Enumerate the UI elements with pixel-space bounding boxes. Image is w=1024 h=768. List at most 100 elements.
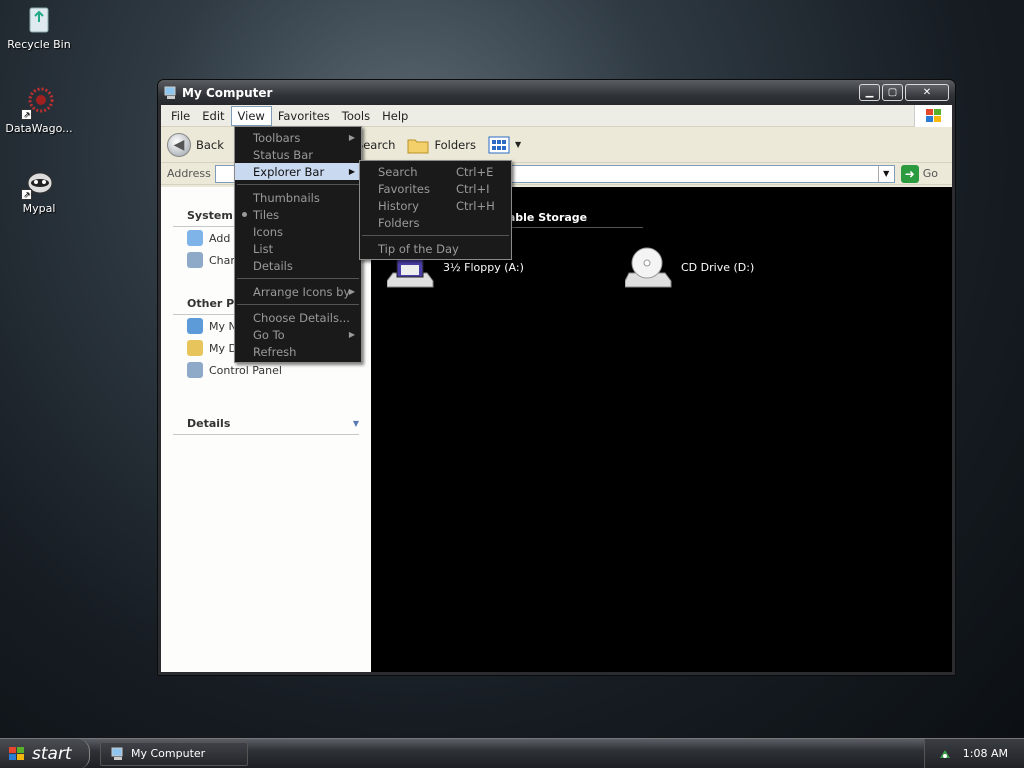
go-button[interactable]: ➜ Go: [900, 164, 938, 183]
start-button[interactable]: start: [0, 738, 90, 768]
minimize-icon: ▁: [865, 87, 874, 98]
view-menu-refresh[interactable]: Refresh: [235, 343, 361, 360]
menu-separator: [237, 278, 359, 279]
back-button[interactable]: ◀ Back: [167, 132, 224, 157]
folders-item-label: Folders: [378, 215, 420, 230]
views-button[interactable]: ▼: [488, 136, 521, 154]
shortcut-arrow-icon: ↗: [21, 109, 32, 120]
start-label: start: [32, 743, 72, 764]
view-menu-details[interactable]: Details: [235, 257, 361, 274]
submenu-arrow-icon: ▶: [348, 133, 355, 142]
toolbars-label: Toolbars: [253, 130, 301, 145]
clock[interactable]: 1:08 AM: [963, 747, 1008, 760]
explorer-bar-favorites[interactable]: Favorites Ctrl+I: [360, 180, 511, 197]
desktop-icon-datawagon[interactable]: ↗ DataWago...: [1, 86, 77, 135]
desktop-icon-label: DataWago...: [5, 122, 73, 135]
maximize-icon: ▢: [887, 87, 898, 98]
desktop-icon-recycle-bin[interactable]: Recycle Bin: [1, 2, 77, 51]
favorites-item-label: Favorites: [378, 181, 430, 196]
view-menu-arrange-icons[interactable]: Arrange Icons by ▶: [235, 283, 361, 300]
shortcut-label: Ctrl+H: [456, 198, 495, 213]
chevron-down-icon: ▼: [352, 419, 359, 428]
back-arrow-icon: ◀: [167, 132, 191, 157]
cd-drive-icon: [625, 247, 672, 288]
desktop-icon-label: Mypal: [22, 202, 56, 215]
details-group: Details ▼: [173, 413, 359, 435]
explorer-bar-submenu: Search Ctrl+E Favorites Ctrl+I History Ctrl…: [359, 160, 512, 260]
address-dropdown-icon[interactable]: ▼: [877, 165, 894, 182]
view-menu-icons[interactable]: Icons: [235, 223, 361, 240]
view-menu-thumbnails[interactable]: Thumbnails: [235, 189, 361, 206]
tiles-label: Tiles: [253, 207, 280, 222]
drive-cd-label: CD Drive (D:): [681, 260, 755, 274]
menu-view[interactable]: View: [230, 105, 272, 126]
place-my-network-label: My N: [209, 319, 237, 333]
folder-icon: [407, 139, 429, 153]
taskbar-button-label: My Computer: [131, 747, 206, 760]
documents-icon: [187, 340, 203, 356]
choose-details-label: Choose Details...: [253, 310, 350, 325]
submenu-arrow-icon: ▶: [348, 167, 355, 176]
taskbar-button-my-computer[interactable]: My Computer: [100, 741, 248, 766]
maximize-button[interactable]: ▢: [882, 84, 903, 101]
address-label: Address: [167, 167, 211, 180]
drive-cd[interactable]: CD Drive (D:): [625, 243, 754, 291]
network-status-icon[interactable]: [937, 746, 953, 762]
system-tray: 1:08 AM: [923, 738, 1024, 768]
explorer-bar-history[interactable]: History Ctrl+H: [360, 197, 511, 214]
control-panel-icon: [187, 362, 203, 378]
datawagon-icon: ↗: [21, 86, 55, 120]
views-icon: [488, 136, 510, 153]
back-label: Back: [196, 137, 224, 152]
control-panel-icon: [187, 252, 203, 268]
details-header[interactable]: Details ▼: [173, 413, 359, 435]
menu-bar: File Edit View Favorites Tools Help: [161, 105, 952, 127]
taskbar: start My Computer 1:08 AM: [0, 738, 1024, 768]
search-item-label: Search: [378, 164, 418, 179]
view-menu: Toolbars ▶ Status Bar Explorer Bar ▶ Thumb…: [234, 126, 362, 363]
close-icon: ✕: [922, 87, 932, 98]
explorer-bar-label: Explorer Bar: [253, 164, 325, 179]
thumbnails-label: Thumbnails: [253, 190, 320, 205]
task-add-label: Add: [209, 231, 231, 245]
tip-item-label: Tip of the Day: [378, 241, 459, 256]
view-menu-explorer-bar[interactable]: Explorer Bar ▶: [235, 163, 361, 180]
menu-file[interactable]: File: [165, 107, 196, 125]
chevron-down-icon: ▼: [514, 140, 522, 149]
list-label: List: [253, 241, 274, 256]
view-menu-tiles[interactable]: Tiles: [235, 206, 361, 223]
place-my-documents-label: My D: [209, 341, 237, 355]
explorer-bar-folders[interactable]: Folders: [360, 214, 511, 231]
view-menu-go-to[interactable]: Go To ▶: [235, 326, 361, 343]
window-title: My Computer: [182, 85, 273, 100]
minimize-button[interactable]: ▁: [859, 84, 880, 101]
view-menu-choose-details[interactable]: Choose Details...: [235, 309, 361, 326]
view-menu-status-bar[interactable]: Status Bar: [235, 146, 361, 163]
submenu-arrow-icon: ▶: [348, 330, 355, 339]
shortcut-label: Ctrl+E: [456, 164, 494, 179]
icons-label: Icons: [253, 224, 284, 239]
menu-favorites[interactable]: Favorites: [272, 107, 336, 125]
close-button[interactable]: ✕: [905, 84, 949, 101]
status-bar-label: Status Bar: [253, 147, 313, 162]
add-remove-icon: [187, 230, 203, 246]
desktop-icon-mypal[interactable]: ↗ Mypal: [1, 166, 77, 215]
folders-button[interactable]: Folders: [407, 136, 476, 154]
place-control-panel-label: Control Panel: [209, 363, 282, 377]
menu-edit[interactable]: Edit: [196, 107, 230, 125]
computer-icon: [164, 86, 176, 99]
view-menu-toolbars[interactable]: Toolbars ▶: [235, 129, 361, 146]
menu-tools[interactable]: Tools: [336, 107, 376, 125]
desktop-icon-label: Recycle Bin: [7, 38, 71, 51]
explorer-bar-search[interactable]: Search Ctrl+E: [360, 163, 511, 180]
menu-help[interactable]: Help: [376, 107, 414, 125]
menu-separator: [237, 304, 359, 305]
title-bar[interactable]: My Computer ▁ ▢ ✕: [158, 80, 955, 105]
view-menu-list[interactable]: List: [235, 240, 361, 257]
arrange-icons-label: Arrange Icons by: [253, 284, 351, 299]
refresh-label: Refresh: [253, 344, 297, 359]
explorer-bar-tip[interactable]: Tip of the Day: [360, 240, 511, 257]
menu-separator: [237, 184, 359, 185]
windows-logo-icon: [914, 105, 952, 127]
windows-logo-icon: [9, 746, 24, 760]
